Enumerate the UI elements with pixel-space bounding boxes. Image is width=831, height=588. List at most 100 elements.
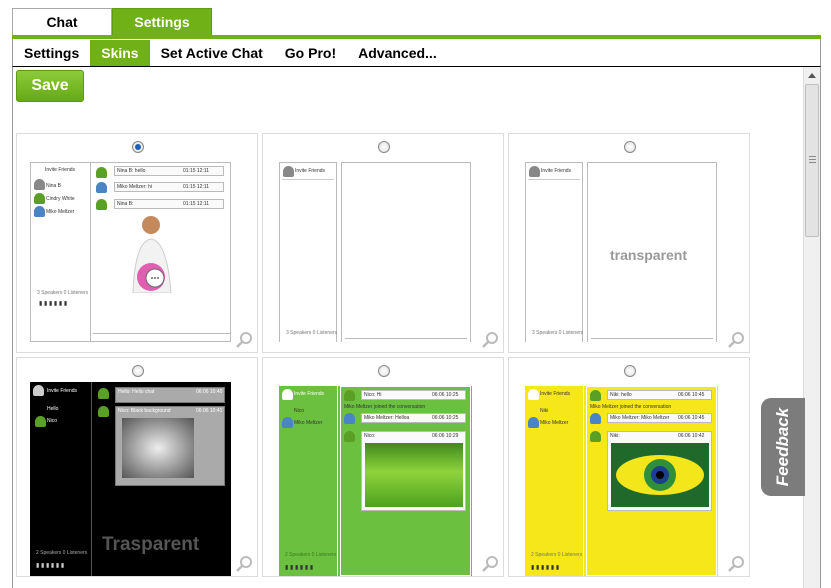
msg-avatar [98,406,109,417]
toolbar-icons: ▮ ▮ ▮ ▮ ▮ ▮ [36,563,65,569]
invite-friends-label: Invite Friends [45,167,76,173]
field-photo [365,443,463,507]
subnav-skins[interactable]: Skins [90,39,150,66]
message: Hello: Hello chat 06:06 10:40 [115,387,225,403]
msg-avatar [344,390,355,401]
speakers-count: 2 Speakers 0 Listeners [36,550,88,556]
magnify-icon[interactable] [235,331,253,349]
msg-avatar [344,413,355,424]
message: Nina B: 01:15 12:11 [114,199,224,209]
skin-preview-plain: Invite Friends 3 Speakers 0 Listeners ▮ … [279,162,472,342]
user-name: Nina B [46,183,62,189]
skin-card-transparent[interactable]: Invite Friends 3 Speakers 0 Listeners ▮ … [508,133,750,353]
magnify-icon[interactable] [727,331,745,349]
user-name: Miko Meltzer [46,209,75,215]
invite-friends-label: Invite Friends [541,168,572,174]
transparent-overlay-label: transparent [610,247,688,263]
subnav-settings[interactable]: Settings [13,40,90,66]
msg-avatar [344,431,355,442]
scrollbar-thumb[interactable] [805,84,819,237]
subnav-go-pro[interactable]: Go Pro! [274,40,347,66]
invite-friends-label: Invite Friends [294,391,325,397]
invite-icon [282,389,293,400]
skin-preview-transparent: Invite Friends 3 Speakers 0 Listeners ▮ … [525,162,718,342]
speakers-count: 3 Speakers 0 Listeners [532,330,584,336]
hand-photo [122,418,194,478]
skin-card-yellow[interactable]: Invite Friends Niki Miko Meltzer 2 Speak… [508,357,750,577]
eye-photo [611,443,709,507]
magnify-icon[interactable] [235,555,253,573]
speakers-count: 2 Speakers 0 Listeners [531,552,583,558]
user-name: Miko Meltzer [294,420,323,426]
skin-radio-green[interactable] [378,365,390,377]
sub-navigation: Settings Skins Set Active Chat Go Pro! A… [12,39,821,67]
invite-friends-label: Invite Friends [295,168,326,174]
msg-avatar [96,182,107,193]
skin-radio-plain[interactable] [378,141,390,153]
toolbar-icons: ▮ ▮ ▮ ▮ ▮ ▮ [286,341,314,342]
toolbar-icons: ▮ ▮ ▮ ▮ ▮ ▮ [531,565,560,571]
message: Miko Meltzer: hi 01:15 12:11 [114,182,224,192]
system-message: Miko Meltzer joined the conversation [344,404,426,410]
user-name: Hello [47,406,59,412]
toolbar-icons: ▮ ▮ ▮ ▮ ▮ ▮ [39,301,68,307]
invite-icon [529,166,540,177]
top-tabs: Chat Settings [12,8,212,35]
speakers-count: 3 Speakers 0 Listeners [37,290,89,296]
skin-preview-yellow: Invite Friends Niki Miko Meltzer 2 Speak… [525,386,718,576]
subnav-set-active-chat[interactable]: Set Active Chat [150,40,274,66]
user-name: Niki [540,408,549,414]
system-message: Miko Meltzer joined the conversation [590,404,672,410]
message: Nico: Hi 06:06 10:25 [361,390,466,400]
skin-preview-black: Invite Friends Hello Nico 2 Speakers 0 L… [30,382,231,576]
feedback-button[interactable]: Feedback [761,398,805,496]
tab-chat[interactable]: Chat [12,8,112,35]
magnify-icon[interactable] [727,555,745,573]
msg-avatar [590,413,601,424]
skin-card-plain[interactable]: Invite Friends 3 Speakers 0 Listeners ▮ … [262,133,504,353]
invite-icon [33,385,44,396]
skin-card-black[interactable]: Invite Friends Hello Nico 2 Speakers 0 L… [16,357,258,577]
woman-photo [132,216,172,293]
skin-radio-yellow[interactable] [624,365,636,377]
message: Niki: hello 06:06 10:45 [607,390,712,400]
user-avatar [35,416,46,427]
user-avatar [34,193,45,204]
magnify-icon[interactable] [481,555,499,573]
msg-avatar [590,431,601,442]
user-name: Nico [294,408,305,414]
user-avatar [34,206,45,217]
skin-radio-default[interactable] [132,141,144,153]
user-name: Nico [47,418,58,424]
skin-radio-black[interactable] [132,365,144,377]
message: Nina B: hello 01:15 12:11 [114,166,224,176]
message: Miko Meltzer: Helloa 06:06 10:25 [361,413,466,423]
user-avatar [528,417,539,428]
vertical-scrollbar[interactable] [803,67,820,588]
speakers-count: 2 Speakers 0 Listeners [285,552,337,558]
invite-icon [283,166,294,177]
user-avatar [282,417,293,428]
subnav-advanced[interactable]: Advanced... [347,40,448,66]
tab-settings[interactable]: Settings [112,8,212,35]
skins-panel: Save Invite Friends Nina B Cindry White … [12,67,821,588]
invite-friends-label: Invite Friends [47,388,78,394]
user-avatar [34,179,45,190]
skin-radio-transparent[interactable] [624,141,636,153]
skin-card-default[interactable]: Invite Friends Nina B Cindry White Miko … [16,133,258,353]
skin-preview-green: Invite Friends Nico Miko Meltzer 2 Speak… [279,386,472,576]
user-name: Miko Meltzer [540,420,569,426]
skin-card-green[interactable]: Invite Friends Nico Miko Meltzer 2 Speak… [262,357,504,577]
msg-avatar [98,388,109,399]
transparent-overlay-label: Trasparent [102,534,200,555]
speakers-count: 3 Speakers 0 Listeners [286,330,338,336]
save-button[interactable]: Save [16,70,84,102]
msg-avatar [96,199,107,210]
user-name: Cindry White [46,196,75,202]
skin-preview-default: Invite Friends Nina B Cindry White Miko … [30,162,231,342]
message: Miko Meltzer: Miko Meltzer 06:06 10:45 [607,413,712,423]
msg-avatar [96,167,107,178]
scroll-up-arrow-icon[interactable] [808,73,816,78]
magnify-icon[interactable] [481,331,499,349]
toolbar-icons: ▮ ▮ ▮ ▮ ▮ ▮ [532,341,560,342]
